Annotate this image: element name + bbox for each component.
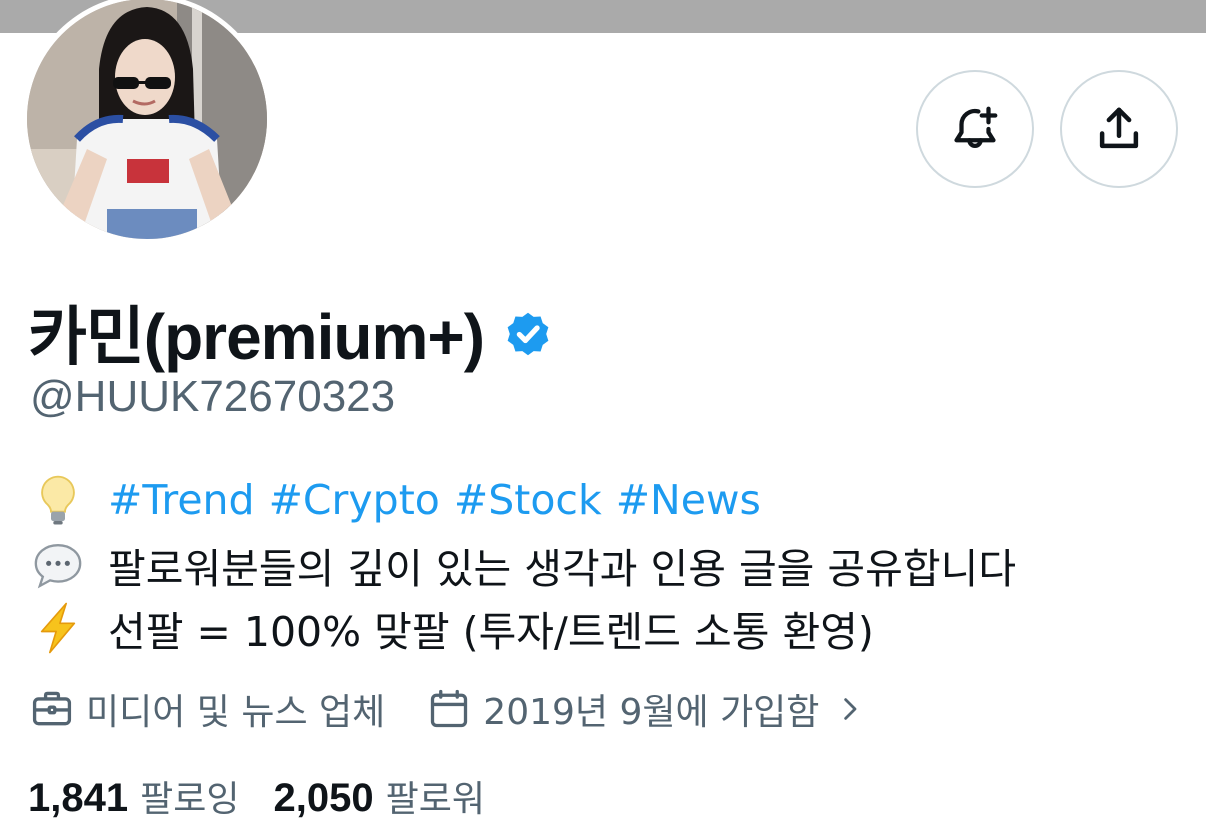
- bell-plus-icon: [954, 106, 998, 148]
- category-label: 미디어 및 뉴스 업체: [86, 692, 386, 733]
- following-label: 팔로잉: [140, 779, 240, 820]
- profile-meta-row: 미디어 및 뉴스 업체 2019년 9월에 가입함: [30, 683, 865, 735]
- light-bulb-emoji-icon: [30, 472, 86, 528]
- join-date-label: 2019년 9월에 가입함: [483, 692, 820, 733]
- name-row: 카민(premium+): [28, 286, 554, 378]
- followers-count: 2,050: [273, 776, 374, 820]
- following-link[interactable]: 1,841 팔로잉: [28, 770, 239, 822]
- briefcase-icon: [32, 691, 72, 726]
- profile-page: 카민(premium+) @HUUK72670323 #Trend #Crypt…: [0, 0, 1206, 832]
- hashtag-link[interactable]: #News: [616, 476, 761, 524]
- chevron-right-icon: [844, 698, 857, 720]
- following-count: 1,841: [28, 776, 129, 820]
- bio-text: 선팔 = 100% 맞팔 (투자/트렌드 소통 환영): [108, 608, 874, 656]
- bio-line-hashtags: #Trend #Crypto #Stock #News: [30, 472, 761, 528]
- bio-text: 팔로워분들의 깊이 있는 생각과 인용 글을 공유합니다: [108, 545, 1017, 593]
- username-handle: @HUUK72670323: [30, 372, 396, 421]
- avatar[interactable]: [22, 0, 272, 244]
- bio-line-description: 팔로워분들의 깊이 있는 생각과 인용 글을 공유합니다: [30, 535, 1016, 595]
- hashtag-link[interactable]: #Stock: [454, 476, 602, 524]
- display-name: 카민(premium+): [28, 301, 485, 373]
- avatar-photo: [27, 0, 267, 239]
- lightning-emoji-icon: [30, 600, 86, 656]
- share-button[interactable]: [1060, 70, 1178, 188]
- speech-bubble-emoji-icon: [30, 537, 86, 593]
- category-item: 미디어 및 뉴스 업체: [30, 683, 385, 735]
- bio-line-follow-policy: 선팔 = 100% 맞팔 (투자/트렌드 소통 환영): [30, 598, 874, 658]
- followers-label: 팔로워: [385, 779, 485, 820]
- verified-badge-icon[interactable]: [502, 308, 554, 360]
- follow-stats: 1,841 팔로잉 2,050 팔로워: [28, 770, 485, 822]
- calendar-icon: [431, 689, 468, 728]
- hashtag-link[interactable]: #Crypto: [269, 476, 440, 524]
- notify-button[interactable]: [916, 70, 1034, 188]
- followers-link[interactable]: 2,050 팔로워: [273, 770, 484, 822]
- share-upload-icon: [1099, 107, 1139, 149]
- hashtag-link[interactable]: #Trend: [108, 476, 255, 524]
- join-date-item[interactable]: 2019년 9월에 가입함: [427, 683, 865, 735]
